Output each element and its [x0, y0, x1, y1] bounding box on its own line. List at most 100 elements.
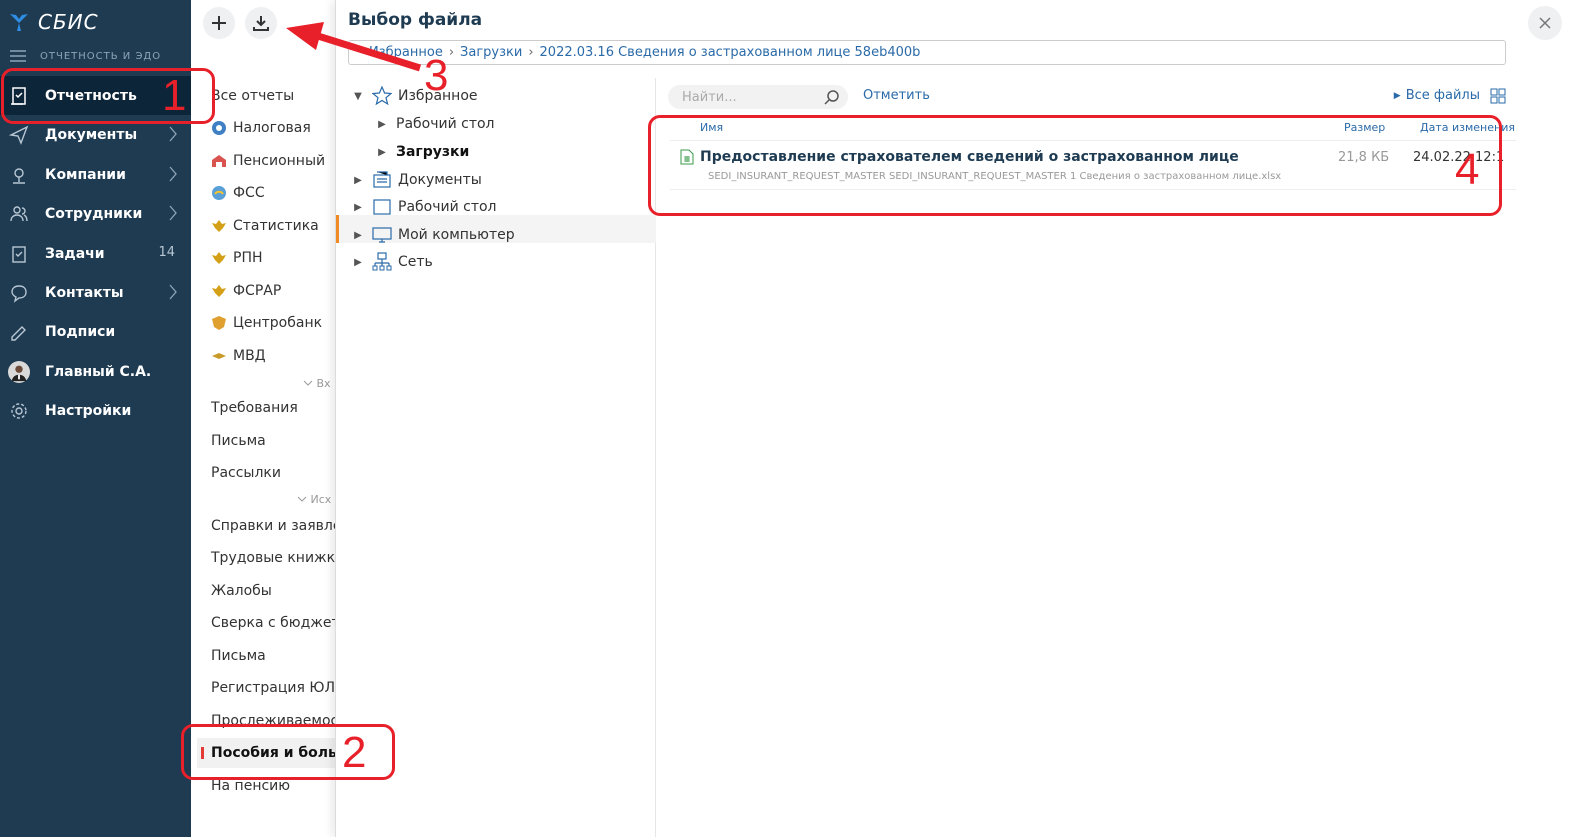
expanded-arrow-icon[interactable]: ▼: [352, 91, 364, 102]
registry-item-pension-out[interactable]: На пенсию: [211, 778, 290, 794]
main-navigation: СБИС ОТЧЕТНОСТЬ И ЭДО Отчетность Докумен…: [0, 0, 191, 837]
registry-item-mvd[interactable]: МВД: [211, 348, 266, 364]
nav-label: Документы: [45, 126, 138, 143]
chevron-down-icon: [297, 496, 307, 502]
registry-item-fsrar[interactable]: ФСРАР: [211, 283, 281, 299]
documents-icon: [372, 170, 392, 190]
close-area: [1518, 0, 1593, 837]
send-icon: [8, 124, 30, 146]
registry-item-mailings[interactable]: Рассылки: [211, 465, 281, 481]
eagle-emblem-icon: [211, 250, 227, 266]
registry-item-letters-in[interactable]: Письма: [211, 433, 266, 449]
desktop-icon: [372, 197, 392, 217]
triangle-right-icon: ▶: [1393, 90, 1401, 101]
people-icon: [8, 203, 30, 225]
collapsed-arrow-icon[interactable]: ▶: [376, 119, 388, 130]
plus-icon: [212, 16, 226, 30]
tax-emblem-icon: [211, 120, 227, 136]
search-input[interactable]: Найти...: [668, 85, 848, 109]
annotation-number-1: 1: [162, 71, 187, 120]
group-incoming-toggle[interactable]: Вх: [303, 377, 331, 390]
nav-label: Сотрудники: [45, 205, 143, 222]
download-button[interactable]: [245, 7, 277, 39]
registry-item-work-books[interactable]: Трудовые книжки: [211, 550, 335, 566]
registry-item-budget-reconciliation[interactable]: Сверка с бюджетом: [211, 615, 335, 631]
close-icon: [1539, 17, 1551, 29]
tree-item-network[interactable]: ▶ Сеть: [352, 252, 433, 272]
chevron-right-icon: [169, 205, 177, 221]
section-subtitle: ОТЧЕТНОСТЬ И ЭДО: [40, 50, 162, 62]
registry-item-certificates[interactable]: Справки и заявлени: [211, 518, 335, 534]
nav-item-profile[interactable]: Главный С.А.: [0, 352, 191, 391]
tree-item-desktop-fav[interactable]: ▶ Рабочий стол: [376, 116, 494, 132]
search-icon[interactable]: [824, 89, 840, 105]
mvd-emblem-icon: [211, 348, 227, 364]
tree-item-my-computer[interactable]: ▶ Мой компьютер: [352, 225, 514, 245]
chat-icon: [8, 282, 30, 304]
chevron-right-icon: [169, 284, 177, 300]
signature-icon: [8, 321, 30, 343]
registry-item-rpn[interactable]: РПН: [211, 250, 263, 266]
location-icon: [8, 164, 30, 186]
close-button[interactable]: [1528, 6, 1562, 40]
group-outgoing-toggle[interactable]: Исх: [297, 493, 331, 506]
collapsed-arrow-icon[interactable]: ▶: [352, 175, 364, 186]
registry-item-complaints[interactable]: Жалобы: [211, 583, 272, 599]
nav-label: Компании: [45, 166, 126, 183]
nav-label: Подписи: [45, 323, 116, 340]
tree-item-favorites[interactable]: ▼ Избранное: [352, 86, 478, 106]
collapsed-arrow-icon[interactable]: ▶: [376, 147, 388, 158]
breadcrumb-item-downloads[interactable]: Загрузки: [460, 45, 522, 60]
eagle-emblem-icon: [211, 218, 227, 234]
registry-item-all[interactable]: Все отчеты: [211, 88, 294, 104]
registry-item-tax[interactable]: Налоговая: [211, 120, 311, 136]
registry-item-registration[interactable]: Регистрация ЮЛ/И: [211, 680, 335, 696]
tree-item-downloads[interactable]: ▶ Загрузки: [376, 144, 469, 160]
all-files-toggle[interactable]: ▶ Все файлы: [1394, 88, 1480, 103]
network-icon: [372, 252, 392, 272]
tasks-icon: [8, 243, 30, 265]
registry-item-statistics[interactable]: Статистика: [211, 218, 319, 234]
breadcrumb-separator-icon: ›: [528, 45, 534, 60]
bank-emblem-icon: [211, 315, 227, 331]
nav-item-companies[interactable]: Компании: [0, 155, 191, 194]
nav-item-contacts[interactable]: Контакты: [0, 273, 191, 312]
nav-label: Контакты: [45, 284, 124, 301]
hamburger-icon[interactable]: [10, 50, 26, 62]
computer-icon: [372, 225, 392, 245]
registry-item-fss[interactable]: ФСС: [211, 185, 265, 201]
registry-panel: Все отчеты Налоговая Пенсионный ФСС Стат…: [191, 0, 335, 837]
logo[interactable]: СБИС: [8, 8, 99, 36]
download-icon: [253, 16, 269, 31]
breadcrumb-item-folder[interactable]: 2022.03.16 Сведения о застрахованном лиц…: [540, 45, 921, 60]
nav-item-tasks[interactable]: Задачи 14: [0, 234, 191, 273]
nav-item-signatures[interactable]: Подписи: [0, 312, 191, 351]
registry-item-centrobank[interactable]: Центробанк: [211, 315, 322, 331]
nav-item-employees[interactable]: Сотрудники: [0, 194, 191, 233]
annotation-number-2: 2: [342, 728, 367, 777]
nav-item-settings[interactable]: Настройки: [0, 391, 191, 430]
collapsed-arrow-icon[interactable]: ▶: [352, 230, 364, 241]
registry-item-requirements[interactable]: Требования: [211, 400, 298, 416]
gear-icon: [8, 400, 30, 422]
brand-name: СБИС: [38, 10, 99, 34]
nav-label: Задачи: [45, 245, 105, 262]
add-button[interactable]: [203, 7, 235, 39]
annotation-number-4: 4: [1455, 145, 1480, 194]
registry-item-letters-out[interactable]: Письма: [211, 648, 266, 664]
star-icon: [372, 86, 392, 106]
tree-item-desktop[interactable]: ▶ Рабочий стол: [352, 197, 496, 217]
grid-view-icon[interactable]: [1490, 88, 1506, 104]
chevron-down-icon: [303, 380, 313, 386]
collapsed-arrow-icon[interactable]: ▶: [352, 202, 364, 213]
chevron-right-icon: [169, 166, 177, 182]
nav-label: Главный С.А.: [45, 363, 152, 380]
annotation-number-3: 3: [424, 51, 449, 100]
annotation-arrow: [286, 22, 422, 72]
mark-button[interactable]: Отметить: [863, 88, 930, 103]
tree-item-documents[interactable]: ▶ Документы: [352, 170, 482, 190]
fss-emblem-icon: [211, 185, 227, 201]
collapsed-arrow-icon[interactable]: ▶: [352, 257, 364, 268]
registry-item-pension[interactable]: Пенсионный: [211, 153, 325, 169]
breadcrumb-separator-icon: ›: [448, 45, 455, 60]
